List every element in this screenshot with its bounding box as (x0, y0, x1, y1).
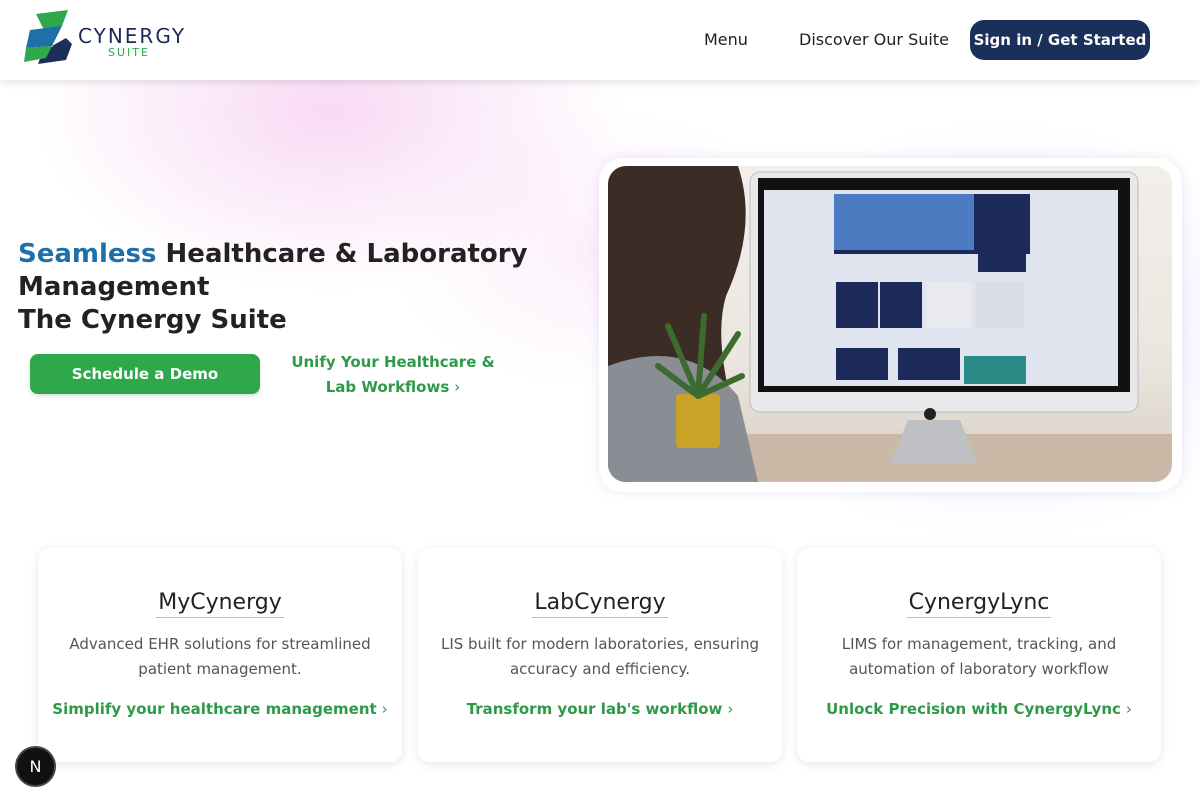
card-labcynergy: LabCynergy LIS built for modern laborato… (418, 548, 782, 762)
card-link-label: Unlock Precision with CynergyLync (826, 700, 1121, 718)
hero-title-accent: Seamless (18, 239, 157, 269)
hero-title-line3: The Cynergy Suite (18, 305, 287, 335)
card-link-label: Transform your lab's workflow (466, 700, 723, 718)
chevron-right-icon: › (1125, 700, 1132, 718)
card-link-labcynergy[interactable]: Transform your lab's workflow › (418, 700, 782, 718)
nav-discover-suite[interactable]: Discover Our Suite (799, 30, 949, 49)
card-title: LabCynergy (532, 590, 668, 618)
brand-sub: SUITE (108, 46, 150, 59)
card-title: MyCynergy (156, 590, 284, 618)
signin-button[interactable]: Sign in / Get Started (970, 20, 1150, 60)
card-description: LIMS for management, tracking, and autom… (841, 635, 1117, 678)
brand-logo[interactable]: CYNERGY SUITE (22, 8, 192, 72)
nav-menu[interactable]: Menu (704, 30, 748, 49)
card-link-label: Simplify your healthcare management (52, 700, 377, 718)
hero-title: Seamless Healthcare & Laboratory Managem… (18, 238, 538, 337)
cynergy-logo-icon (24, 10, 72, 64)
card-link-cynergylync[interactable]: Unlock Precision with CynergyLync › (797, 700, 1161, 718)
chevron-right-icon: › (381, 700, 388, 718)
desktop-computer-photo-icon (608, 166, 1172, 482)
card-description: LIS built for modern laboratories, ensur… (440, 635, 759, 678)
card-mycynergy: MyCynergy Advanced EHR solutions for str… (38, 548, 402, 762)
card-title: CynergyLync (906, 590, 1052, 618)
hero-image (608, 166, 1172, 482)
brand-name: CYNERGY (78, 24, 187, 48)
hero-title-line2: Management (18, 272, 210, 302)
unify-workflows-link[interactable]: Unify Your Healthcare & Lab Workflows › (278, 350, 508, 400)
card-cynergylync: CynergyLync LIMS for management, trackin… (797, 548, 1161, 762)
chevron-right-icon: › (454, 378, 461, 396)
schedule-demo-button[interactable]: Schedule a Demo (30, 354, 260, 394)
card-link-mycynergy[interactable]: Simplify your healthcare management › (38, 700, 402, 718)
chevron-right-icon: › (727, 700, 734, 718)
card-description: Advanced EHR solutions for streamlined p… (69, 635, 371, 678)
hero-title-line1: Healthcare & Laboratory (156, 239, 528, 269)
site-header: CYNERGY SUITE Menu Discover Our Suite Si… (0, 0, 1200, 80)
unify-link-label: Unify Your Healthcare & Lab Workflows (291, 353, 495, 396)
floating-n-button[interactable]: N (17, 748, 54, 785)
